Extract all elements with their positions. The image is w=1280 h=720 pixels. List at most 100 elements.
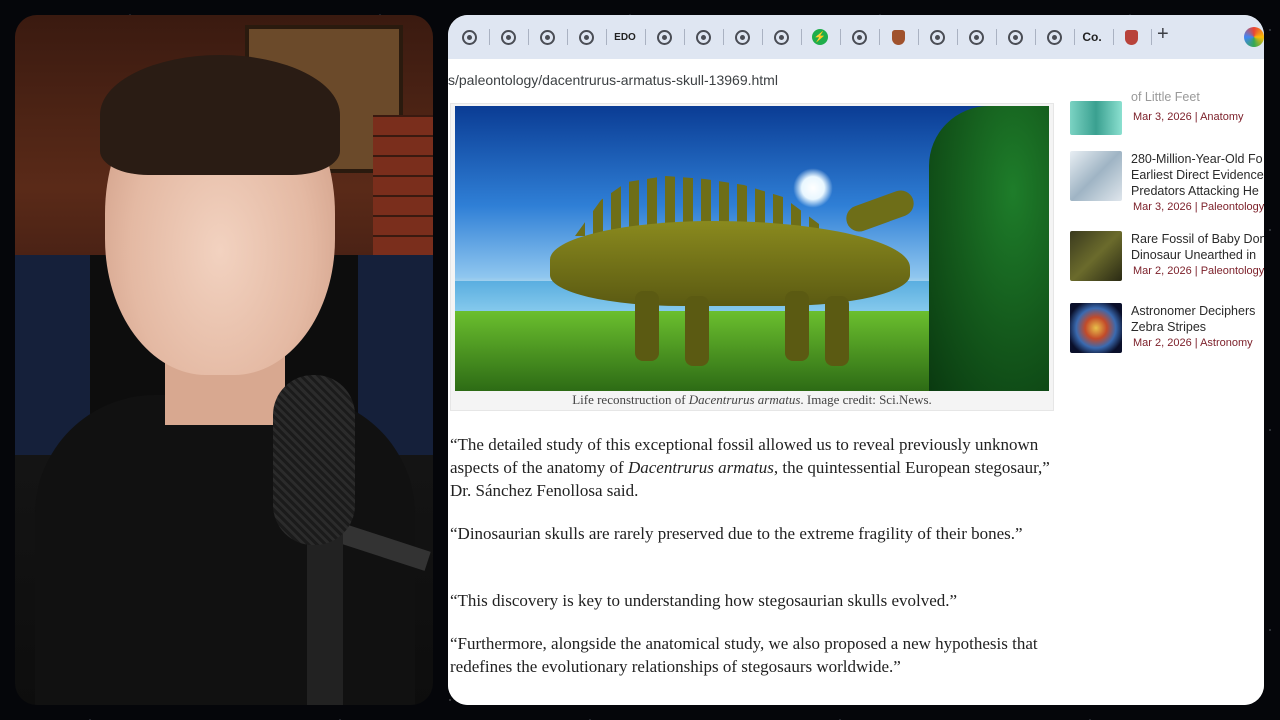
tab-separator: [840, 29, 841, 45]
globe-icon: [734, 29, 750, 45]
title-line: Predators Attacking He: [1131, 184, 1259, 198]
tab-separator: [801, 29, 802, 45]
title-line: 280-Million-Year-Old Fo: [1131, 152, 1263, 166]
page-content: Life reconstruction of Dacentrurus armat…: [448, 90, 1264, 705]
category-link[interactable]: Paleontology: [1201, 265, 1264, 277]
tab-17[interactable]: Co.: [1079, 24, 1105, 50]
tab-15[interactable]: [1002, 24, 1028, 50]
tab-separator: [684, 29, 685, 45]
tab-separator: [957, 29, 958, 45]
trees: [929, 106, 1049, 391]
tab-separator: [528, 29, 529, 45]
tab-separator: [762, 29, 763, 45]
sun: [793, 168, 833, 208]
tab-4[interactable]: [573, 24, 599, 50]
tab-10[interactable]: ⚡: [807, 24, 833, 50]
sidebar-item-meta: Mar 3, 2026 | Paleontology: [1133, 201, 1264, 213]
tab-7[interactable]: [690, 24, 716, 50]
sidebar-article-1[interactable]: of Little Feet Mar 3, 2026 | Anatomy: [1070, 90, 1264, 155]
tab-separator: [1074, 29, 1075, 45]
streamer-shirt: [35, 395, 415, 705]
article-thumbnail: [1070, 303, 1122, 353]
dinosaur-illustration: [455, 106, 1049, 391]
sidebar-article-3[interactable]: Rare Fossil of Baby Don Dinosaur Unearthe…: [1070, 231, 1264, 291]
dino-body: [550, 221, 910, 306]
url-text[interactable]: s/paleontology/dacentrurus-armatus-skull…: [448, 72, 778, 88]
title-line: Astronomer Deciphers: [1131, 304, 1256, 318]
title-line: Zebra Stripes: [1131, 320, 1207, 334]
date-text: Mar 3, 2026: [1133, 111, 1192, 123]
new-tab-button[interactable]: +: [1157, 23, 1169, 46]
globe-icon: [539, 29, 555, 45]
sidebar-article-2[interactable]: 280-Million-Year-Old Fo Earliest Direct E…: [1070, 151, 1264, 215]
sidebar-item-title[interactable]: of Little Feet: [1131, 89, 1264, 105]
tab-8[interactable]: [729, 24, 755, 50]
sidebar-item-title[interactable]: Rare Fossil of Baby Don Dinosaur Unearthe…: [1131, 231, 1264, 263]
tab-2[interactable]: [495, 24, 521, 50]
article-thumbnail: [1070, 231, 1122, 281]
globe-icon: [929, 29, 945, 45]
sidebar-item-meta: Mar 2, 2026 | Paleontology: [1133, 265, 1264, 277]
caption-text: Life reconstruction of: [572, 392, 689, 407]
article-thumbnail: [1070, 101, 1122, 135]
extension-icon[interactable]: [1244, 27, 1264, 47]
category-link[interactable]: Anatomy: [1200, 111, 1243, 123]
dino-neck: [842, 186, 918, 236]
edo-text-icon: EDO: [614, 31, 636, 43]
category-link[interactable]: Paleontology: [1201, 201, 1264, 213]
separator: |: [1194, 337, 1198, 349]
paragraph-3: “This discovery is key to understanding …: [450, 591, 958, 610]
sidebar-item-title[interactable]: Astronomer Deciphers Zebra Stripes: [1131, 303, 1264, 335]
sidebar-item-meta: Mar 3, 2026 | Anatomy: [1133, 111, 1244, 123]
tab-16[interactable]: [1041, 24, 1067, 50]
dino-leg: [785, 291, 809, 361]
tab-13[interactable]: [924, 24, 950, 50]
caption-credit: . Image credit: Sci.News.: [800, 392, 932, 407]
tab-separator: [996, 29, 997, 45]
tab-3[interactable]: [534, 24, 560, 50]
tab-11[interactable]: [846, 24, 872, 50]
tab-6[interactable]: [651, 24, 677, 50]
microphone: [273, 375, 355, 545]
globe-icon: [695, 29, 711, 45]
tab-separator: [1151, 29, 1152, 45]
date-text: Mar 3, 2026: [1133, 201, 1192, 213]
dino-leg: [685, 296, 709, 366]
globe-icon: [500, 29, 516, 45]
category-link[interactable]: Astronomy: [1200, 337, 1253, 349]
dino-leg: [635, 291, 659, 361]
globe-icon: [968, 29, 984, 45]
shield-icon: [891, 29, 905, 45]
sidebar-article-4[interactable]: Astronomer Deciphers Zebra Stripes Mar 2,…: [1070, 303, 1264, 363]
date-text: Mar 2, 2026: [1133, 265, 1192, 277]
paragraph-2: “Dinosaurian skulls are rarely preserved…: [450, 524, 1023, 543]
tab-9[interactable]: [768, 24, 794, 50]
tab-separator: [606, 29, 607, 45]
tab-1[interactable]: [456, 24, 482, 50]
streamer-hair: [100, 55, 340, 175]
article-figure: Life reconstruction of Dacentrurus armat…: [450, 103, 1054, 411]
tab-14[interactable]: [963, 24, 989, 50]
browser-window: EDO ⚡ Co. + s/paleontology/dacentrurus-a…: [448, 15, 1264, 705]
crest-icon: [1124, 29, 1138, 45]
paragraph-4: “Furthermore, alongside the anatomical s…: [450, 634, 1038, 676]
sidebar-item-meta: Mar 2, 2026 | Astronomy: [1133, 337, 1253, 349]
separator: |: [1194, 265, 1198, 277]
tab-separator: [918, 29, 919, 45]
webcam-feed: [15, 15, 433, 705]
tab-12[interactable]: [885, 24, 911, 50]
tab-bar: EDO ⚡ Co. +: [448, 15, 1264, 59]
species-name: Dacentrurus armatus: [627, 458, 774, 477]
title-line: Earliest Direct Evidence: [1131, 168, 1264, 182]
date-text: Mar 2, 2026: [1133, 337, 1192, 349]
separator: |: [1194, 111, 1198, 123]
separator: |: [1194, 201, 1198, 213]
globe-icon: [773, 29, 789, 45]
tab-separator: [723, 29, 724, 45]
tab-5[interactable]: EDO: [612, 24, 638, 50]
sidebar-item-title[interactable]: 280-Million-Year-Old Fo Earliest Direct E…: [1131, 151, 1264, 199]
tab-18[interactable]: [1118, 24, 1144, 50]
tab-separator: [1113, 29, 1114, 45]
article-thumbnail: [1070, 151, 1122, 201]
title-line: Dinosaur Unearthed in: [1131, 248, 1257, 262]
